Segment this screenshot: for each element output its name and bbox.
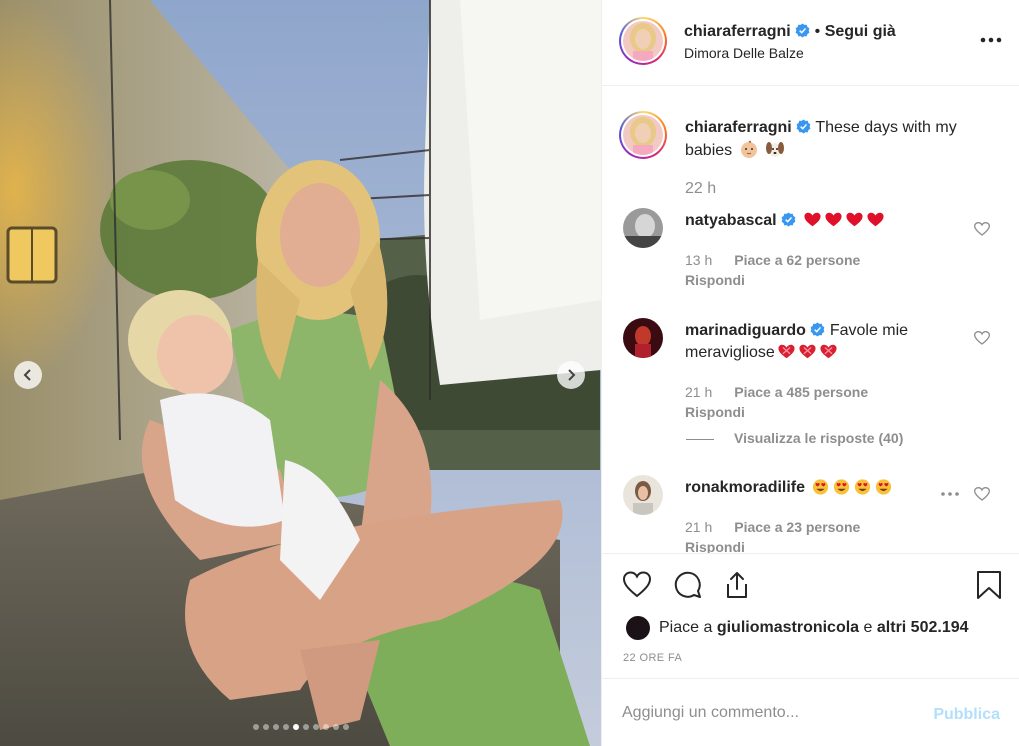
- post-header: chiaraferragni • Segui già Dimora Delle …: [602, 0, 1019, 86]
- comment-emoji: [775, 344, 838, 361]
- comment-input[interactable]: [622, 699, 922, 727]
- heart-with-ribbon-emoji-icon: [799, 344, 816, 359]
- liker-avatar: [626, 616, 650, 640]
- red-heart-emoji-icon: [845, 212, 863, 227]
- photo-scene: [0, 0, 601, 746]
- like-comment-icon[interactable]: [974, 486, 990, 502]
- add-comment-form: Pubblica: [602, 678, 1019, 746]
- carousel-dot: [342, 724, 349, 730]
- chevron-left-icon: [23, 369, 31, 381]
- carousel-prev-button[interactable]: [14, 361, 42, 389]
- reply-button[interactable]: Rispondi: [685, 539, 745, 553]
- like-icon[interactable]: [622, 570, 652, 600]
- like-comment-icon[interactable]: [974, 221, 990, 237]
- carousel-indicator: [0, 724, 601, 730]
- heart-eyes-emoji-icon: [813, 479, 829, 495]
- chevron-right-icon: [568, 369, 576, 381]
- caption-time: 22 h: [685, 180, 717, 197]
- liker-username[interactable]: giuliomastronicola: [717, 619, 859, 637]
- carousel-dot: [262, 724, 269, 730]
- comment-emoji: [801, 212, 885, 229]
- publish-button[interactable]: Pubblica: [933, 706, 1000, 724]
- post-timestamp[interactable]: 22 ORE FA: [623, 652, 682, 664]
- caption-avatar[interactable]: [619, 111, 667, 159]
- post-panel: chiaraferragni • Segui già Dimora Delle …: [601, 0, 1019, 746]
- like-comment-icon[interactable]: [974, 330, 990, 346]
- comment-username[interactable]: ronakmoradilife: [685, 479, 805, 496]
- carousel-dot: [292, 724, 299, 730]
- view-replies-label: Visualizza le risposte (40): [734, 430, 904, 446]
- comment-meta: 13 h Piace a 62 persone: [685, 252, 860, 268]
- likes-summary[interactable]: Piace a giuliomastronicola e altri 502.1…: [626, 616, 969, 640]
- verified-badge-icon: [781, 212, 796, 227]
- red-heart-emoji-icon: [803, 212, 821, 227]
- author-username[interactable]: chiaraferragni: [684, 23, 791, 40]
- comment-time: 13 h: [685, 252, 713, 268]
- heart-eyes-emoji-icon: [876, 479, 892, 495]
- caption-text-block: chiaraferragni These days with my babies: [685, 117, 985, 162]
- carousel-dot: [252, 724, 259, 730]
- comment-username[interactable]: natyabascal: [685, 212, 777, 229]
- likes-prefix: Piace a: [659, 619, 713, 636]
- reply-button[interactable]: Rispondi: [685, 404, 745, 420]
- red-heart-emoji-icon: [866, 212, 884, 227]
- comments-list[interactable]: chiaraferragni These days with my babies…: [602, 87, 1019, 553]
- likes-middle: e: [863, 619, 873, 636]
- reply-button[interactable]: Rispondi: [685, 272, 745, 288]
- commenter-avatar[interactable]: [623, 475, 663, 515]
- commenter-avatar[interactable]: [623, 318, 663, 358]
- comment-meta: 21 h Piace a 485 persone: [685, 384, 868, 400]
- heart-eyes-emoji-icon: [855, 479, 871, 495]
- caption-username[interactable]: chiaraferragni: [685, 119, 792, 136]
- verified-badge-icon: [796, 119, 811, 134]
- carousel-dot: [322, 724, 329, 730]
- likes-count[interactable]: altri 502.194: [877, 619, 969, 637]
- verified-badge-icon: [795, 23, 810, 38]
- comment-text-block: marinadiguardo Favole mie meravigliose: [685, 320, 985, 364]
- comment-likes[interactable]: Piace a 485 persone: [734, 384, 868, 400]
- comment-options-icon[interactable]: [940, 491, 960, 497]
- baby-emoji-icon: [740, 140, 757, 158]
- avatar-image: [623, 21, 663, 61]
- comment-time: 21 h: [685, 384, 713, 400]
- comment-meta: 21 h Piace a 23 persone: [685, 519, 860, 535]
- comment-time: 21 h: [685, 519, 713, 535]
- share-icon[interactable]: [722, 570, 752, 600]
- red-heart-emoji-icon: [824, 212, 842, 227]
- heart-eyes-emoji-icon: [834, 479, 850, 495]
- verified-badge-icon: [811, 322, 825, 337]
- view-replies-button[interactable]: Visualizza le risposte (40): [686, 430, 903, 446]
- carousel-next-button[interactable]: [557, 361, 585, 389]
- more-icon[interactable]: [980, 34, 1002, 46]
- post-photo[interactable]: [0, 0, 601, 746]
- carousel-dot: [302, 724, 309, 730]
- comment-text-block: natyabascal: [685, 210, 985, 232]
- post-location[interactable]: Dimora Delle Balze: [684, 45, 804, 61]
- carousel-dot: [282, 724, 289, 730]
- dog-emoji-icon: [766, 142, 785, 157]
- carousel-dot: [272, 724, 279, 730]
- post-actions: Piace a giuliomastronicola e altri 502.1…: [602, 553, 1019, 678]
- save-icon[interactable]: [974, 570, 1004, 600]
- header-separator: •: [814, 23, 821, 40]
- heart-with-ribbon-emoji-icon: [820, 344, 837, 359]
- comment-icon[interactable]: [673, 570, 703, 600]
- commenter-avatar[interactable]: [623, 208, 663, 248]
- carousel-dot: [312, 724, 319, 730]
- comment-username[interactable]: marinadiguardo: [685, 322, 806, 339]
- replies-divider: [686, 438, 714, 440]
- follow-status-button[interactable]: Segui già: [825, 23, 896, 40]
- comment-emoji: [809, 479, 893, 496]
- author-line: chiaraferragni • Segui già: [684, 23, 896, 41]
- avatar-image: [623, 115, 663, 155]
- author-avatar[interactable]: [619, 17, 667, 65]
- heart-with-ribbon-emoji-icon: [778, 344, 795, 359]
- carousel-dot: [332, 724, 339, 730]
- comment-likes[interactable]: Piace a 62 persone: [734, 252, 860, 268]
- comment-likes[interactable]: Piace a 23 persone: [734, 519, 860, 535]
